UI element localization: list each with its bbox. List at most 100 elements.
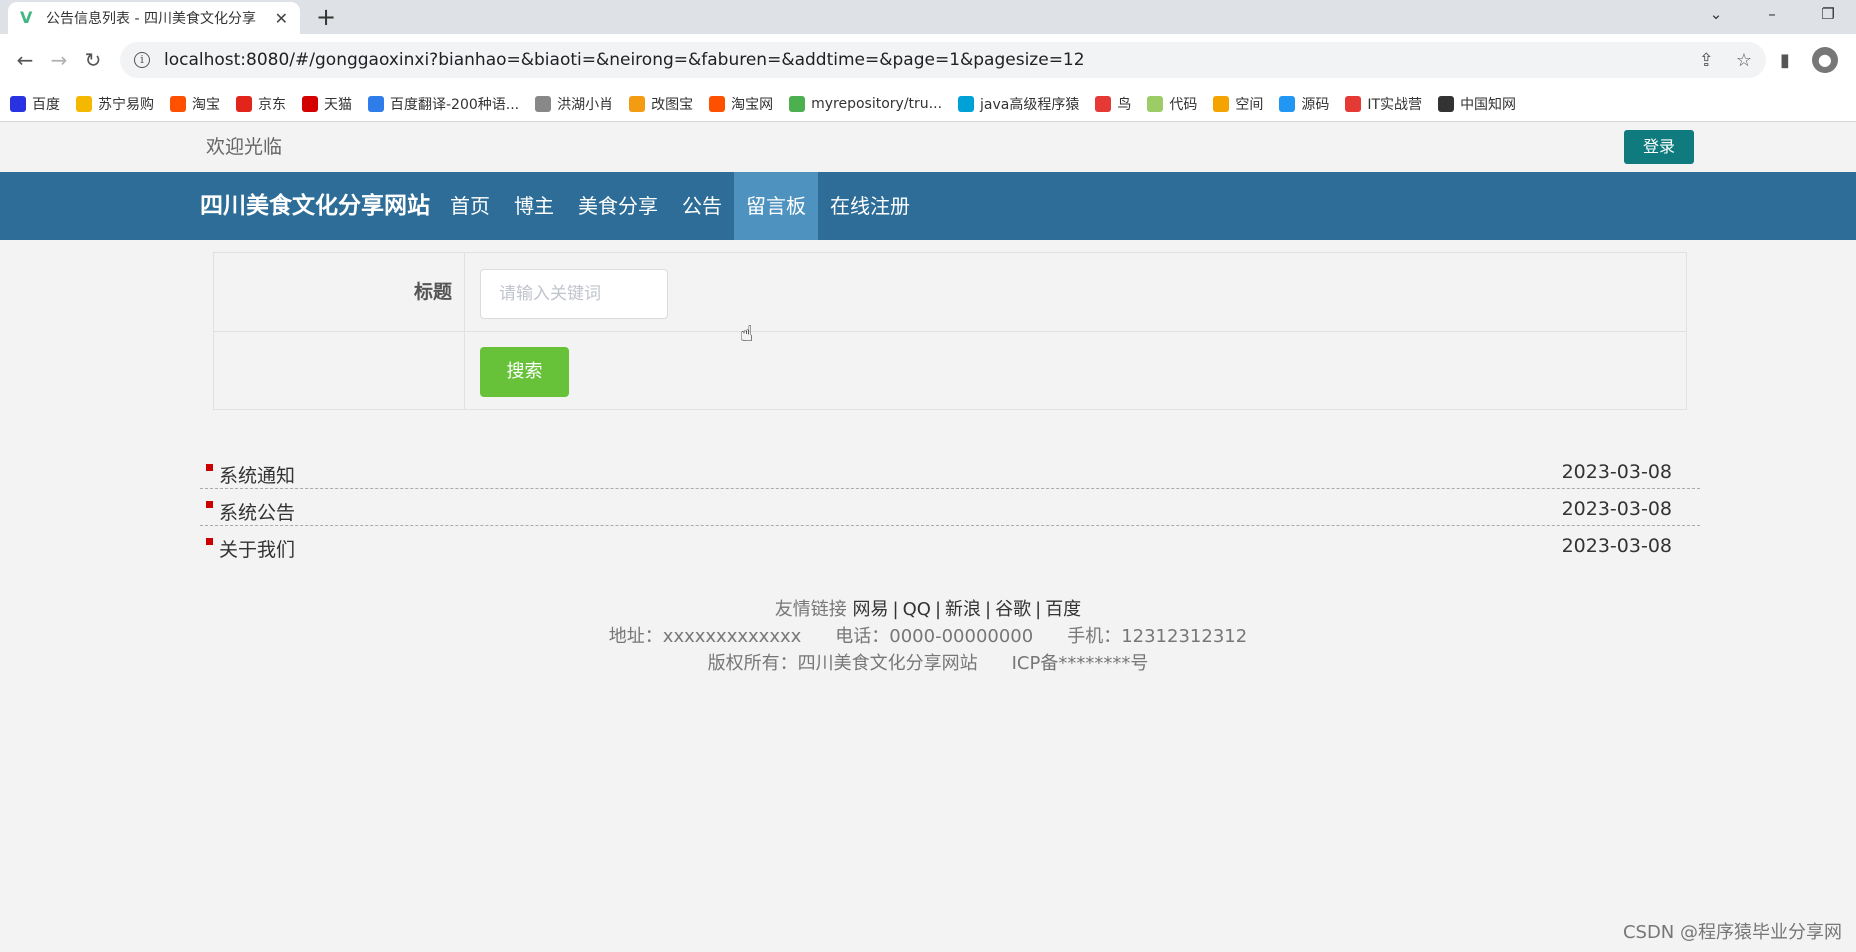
browser-tab[interactable]: V 公告信息列表 - 四川美食文化分享 ✕ <box>8 2 300 34</box>
bookmark-item[interactable]: IT实战营 <box>1345 94 1422 114</box>
search-button[interactable]: 搜索 <box>480 347 569 397</box>
gaitubao-icon <box>629 95 646 112</box>
footer-link[interactable]: 百度 <box>1045 599 1081 620</box>
footer-link[interactable]: 谷歌 <box>995 599 1031 620</box>
notice-title[interactable]: 系统公告 <box>219 498 295 525</box>
notice-date: 2023-03-08 <box>1561 461 1672 483</box>
bookmark-label: 改图宝 <box>651 96 694 113</box>
link-separator: | <box>985 599 992 620</box>
search-row-title: 标题 <box>214 253 1686 332</box>
nav-item-1[interactable]: 博主 <box>502 172 566 240</box>
address-bar[interactable]: i localhost:8080/#/gonggaoxinxi?bianhao=… <box>120 42 1766 78</box>
reload-icon[interactable]: ↻ <box>76 48 110 72</box>
friend-links: 友情链接 网易 | QQ | 新浪 | 谷歌 | 百度 <box>0 596 1856 623</box>
space-icon <box>1213 95 1230 112</box>
nav-item-4[interactable]: 留言板 <box>734 172 818 240</box>
restore-icon[interactable]: ❐ <box>1800 0 1856 30</box>
link-separator: | <box>934 599 942 620</box>
welcome-text: 欢迎光临 <box>206 136 283 158</box>
copyright-info: 版权所有：四川美食文化分享网站 ICP备********号 <box>0 650 1856 677</box>
phone-text: 电话：0000-00000000 <box>835 626 1034 647</box>
bookmark-item[interactable]: 代码 <box>1147 94 1197 114</box>
bookmark-item[interactable]: 源码 <box>1279 94 1329 114</box>
notice-title[interactable]: 系统通知 <box>219 461 295 488</box>
address-text: 地址：xxxxxxxxxxxxx <box>608 626 802 647</box>
bookmark-label: java高级程序猿 <box>980 96 1080 113</box>
top-bar: 欢迎光临 登录 <box>0 122 1856 172</box>
notice-date: 2023-03-08 <box>1561 535 1672 557</box>
list-item[interactable]: 关于我们 2023-03-08 <box>200 526 1700 563</box>
title-search-input[interactable] <box>480 269 668 319</box>
link-separator: | <box>1035 599 1042 620</box>
forward-icon[interactable]: → <box>42 48 76 72</box>
nav-item-3[interactable]: 公告 <box>670 172 734 240</box>
nav-item-0[interactable]: 首页 <box>438 172 502 240</box>
bookmark-item[interactable]: 淘宝网 <box>709 94 773 114</box>
link-separator: | <box>892 599 899 620</box>
list-item[interactable]: 系统通知 2023-03-08 <box>200 452 1700 489</box>
bookmark-label: 淘宝 <box>192 96 220 113</box>
bullet-icon <box>206 501 213 508</box>
profile-icon[interactable]: ● <box>1811 47 1838 73</box>
nav-menu: 首页 博主 美食分享 公告 留言板 在线注册 <box>438 172 922 240</box>
bookmark-label: 苏宁易购 <box>98 96 154 113</box>
chevron-down-icon[interactable]: ⌄ <box>1688 0 1744 30</box>
bookmark-item[interactable]: 京东 <box>236 94 286 114</box>
footer-link[interactable]: 网易 <box>853 599 889 620</box>
bookmark-item[interactable]: 淘宝 <box>170 94 220 114</box>
jd-icon <box>236 95 252 112</box>
bookmark-item[interactable]: 中国知网 <box>1438 94 1516 114</box>
bookmark-item[interactable]: 百度 <box>10 94 60 114</box>
notice-list: 系统通知 2023-03-08 系统公告 2023-03-08 关于我们 2023-03-… <box>200 452 1700 563</box>
bookmark-item[interactable]: 鸟 <box>1095 94 1131 114</box>
bookmark-item[interactable]: myrepository/tru... <box>789 95 942 112</box>
list-item[interactable]: 系统公告 2023-03-08 <box>200 489 1700 526</box>
browser-toolbar: ← → ↻ i localhost:8080/#/gonggaoxinxi?bi… <box>0 34 1856 86</box>
bookmark-label: 洪湖小肖 <box>557 96 614 113</box>
footer-link[interactable]: 新浪 <box>945 599 981 620</box>
taobao-icon <box>709 95 726 112</box>
bookmark-label: 源码 <box>1301 96 1330 113</box>
bookmark-item[interactable]: 空间 <box>1213 94 1263 114</box>
bookmark-label: 淘宝网 <box>731 96 774 113</box>
nav-item-5[interactable]: 在线注册 <box>818 172 922 240</box>
page-content: 欢迎光临 登录 四川美食文化分享网站 首页 博主 美食分享 公告 留言板 在线注册 标题 … <box>0 122 1856 952</box>
window-controls: ⌄ – ❐ <box>1688 0 1856 30</box>
baidu-icon <box>10 95 26 112</box>
bookmark-item[interactable]: 天猫 <box>302 94 352 114</box>
vue-icon: V <box>20 8 33 27</box>
notice-title[interactable]: 关于我们 <box>219 535 295 562</box>
suning-icon <box>76 95 92 112</box>
search-form: 标题 搜索 <box>213 252 1687 410</box>
site-brand[interactable]: 四川美食文化分享网站 <box>200 172 430 240</box>
bookmark-item[interactable]: 百度翻译-200种语... <box>368 94 519 114</box>
bird-icon <box>1095 95 1112 112</box>
bookmark-item[interactable]: java高级程序猿 <box>958 94 1079 114</box>
url-text[interactable]: localhost:8080/#/gonggaoxinxi?bianhao=&b… <box>164 50 1699 70</box>
back-icon[interactable]: ← <box>8 48 42 72</box>
bookmark-label: 鸟 <box>1117 96 1132 113</box>
share-icon[interactable]: ⇪ <box>1699 50 1714 71</box>
minimize-icon[interactable]: – <box>1744 0 1800 30</box>
docker-icon <box>1279 95 1296 112</box>
close-icon[interactable]: ✕ <box>275 9 288 28</box>
bookmark-item[interactable]: 洪湖小肖 <box>535 94 613 114</box>
bird-icon <box>535 95 552 112</box>
login-button[interactable]: 登录 <box>1624 130 1694 164</box>
sidebar-icon[interactable]: ▮ <box>1780 50 1790 71</box>
bullet-icon <box>206 464 213 471</box>
empty-label-cell <box>214 332 465 410</box>
bookmark-item[interactable]: 改图宝 <box>629 94 693 114</box>
cnki-icon <box>1438 95 1455 112</box>
friend-links-label: 友情链接 <box>774 599 847 620</box>
it-icon <box>1345 95 1362 112</box>
new-tab-button[interactable]: + <box>316 4 336 30</box>
bookmark-item[interactable]: 苏宁易购 <box>76 94 154 114</box>
chrome-icon <box>789 95 806 112</box>
star-icon[interactable]: ☆ <box>1736 50 1752 71</box>
nav-item-2[interactable]: 美食分享 <box>566 172 670 240</box>
info-icon[interactable]: i <box>134 52 150 68</box>
footer-link[interactable]: QQ <box>903 599 931 620</box>
bookmark-label: 空间 <box>1235 96 1264 113</box>
notice-date: 2023-03-08 <box>1561 498 1672 520</box>
